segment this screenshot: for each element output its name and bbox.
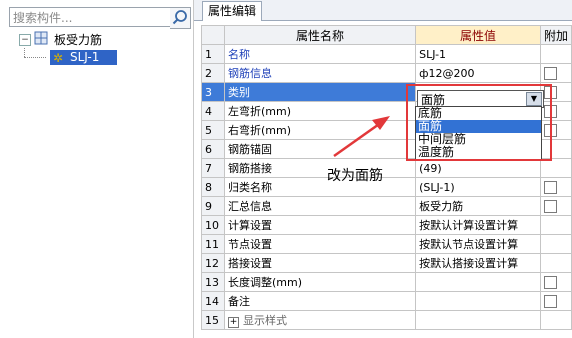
table-row[interactable]: 9 汇总信息 板受力筋 bbox=[201, 196, 572, 216]
table-row[interactable]: 14 备注 bbox=[201, 291, 572, 311]
search-button[interactable] bbox=[170, 7, 191, 29]
property-name: 显示样式 bbox=[242, 314, 287, 327]
row-number: 14 bbox=[201, 291, 225, 311]
header-num bbox=[201, 25, 225, 45]
extra-checkbox[interactable] bbox=[543, 199, 557, 213]
tree-root-label: 板受力筋 bbox=[54, 33, 103, 47]
table-row[interactable]: 15 + 显示样式 bbox=[201, 310, 572, 330]
table-row[interactable]: 13 长度调整(mm) bbox=[201, 272, 572, 292]
property-name: 归类名称 bbox=[223, 177, 417, 197]
property-name: 长度调整(mm) bbox=[223, 272, 417, 292]
row-number: 15 bbox=[201, 310, 225, 330]
rebar-folder-icon bbox=[34, 31, 48, 45]
property-value[interactable]: (SLJ-1) bbox=[415, 177, 541, 197]
component-tree-panel: 搜索构件... − 板受力筋 ✲ SLJ-1 bbox=[0, 0, 194, 338]
search-input[interactable]: 搜索构件... bbox=[9, 7, 172, 27]
extra-cell bbox=[539, 177, 572, 197]
extra-checkbox[interactable] bbox=[543, 294, 557, 308]
property-value[interactable] bbox=[415, 291, 541, 311]
row-number: 11 bbox=[201, 234, 225, 254]
property-name: 节点设置 bbox=[223, 234, 417, 254]
property-name: 名称 bbox=[223, 44, 417, 64]
property-grid: 属性名称 属性值 附加 1 名称 SLJ-1 2 钢筋信息 ф12@200 3 … bbox=[201, 25, 572, 330]
extra-cell bbox=[539, 234, 572, 254]
row-number: 6 bbox=[201, 139, 225, 159]
extra-checkbox[interactable] bbox=[543, 180, 557, 194]
property-value[interactable] bbox=[415, 272, 541, 292]
collapse-toggle-icon[interactable]: − bbox=[19, 34, 31, 46]
tab-property-edit[interactable]: 属性编辑 bbox=[202, 1, 262, 21]
table-row[interactable]: 10 计算设置 按默认计算设置计算 bbox=[201, 215, 572, 235]
row-number: 1 bbox=[201, 44, 225, 64]
annotation-highlight-box bbox=[406, 84, 552, 161]
annotation-arrow bbox=[333, 116, 390, 158]
extra-cell bbox=[539, 272, 572, 292]
extra-checkbox[interactable] bbox=[543, 275, 557, 289]
extra-cell bbox=[539, 310, 572, 330]
property-value[interactable]: 按默认节点设置计算 bbox=[415, 234, 541, 254]
gear-icon: ✲ bbox=[53, 51, 64, 65]
table-row[interactable]: 8 归类名称 (SLJ-1) bbox=[201, 177, 572, 197]
property-name: 备注 bbox=[223, 291, 417, 311]
property-name: 钢筋信息 bbox=[223, 63, 417, 83]
tree-child-selected[interactable]: ✲ SLJ-1 bbox=[50, 50, 117, 65]
property-value[interactable]: SLJ-1 bbox=[415, 44, 541, 64]
row-number: 8 bbox=[201, 177, 225, 197]
row-number: 5 bbox=[201, 120, 225, 140]
extra-cell bbox=[539, 215, 572, 235]
extra-cell bbox=[539, 158, 572, 178]
extra-cell bbox=[539, 291, 572, 311]
extra-cell bbox=[539, 253, 572, 273]
table-row[interactable]: 12 搭接设置 按默认搭接设置计算 bbox=[201, 253, 572, 273]
table-row[interactable]: 11 节点设置 按默认节点设置计算 bbox=[201, 234, 572, 254]
property-value[interactable] bbox=[415, 310, 541, 330]
table-row[interactable]: 2 钢筋信息 ф12@200 bbox=[201, 63, 572, 83]
property-value[interactable]: 板受力筋 bbox=[415, 196, 541, 216]
extra-cell bbox=[539, 196, 572, 216]
property-name: 搭接设置 bbox=[223, 253, 417, 273]
grid-header-row: 属性名称 属性值 附加 bbox=[201, 25, 572, 45]
tree-node-child[interactable]: ✲ SLJ-1 bbox=[10, 48, 192, 66]
tree-child-label: SLJ-1 bbox=[70, 50, 100, 64]
property-group[interactable]: + 显示样式 bbox=[223, 310, 417, 330]
expand-plus-icon[interactable]: + bbox=[227, 317, 239, 328]
tab-bar: 属性编辑 bbox=[194, 0, 572, 21]
search-placeholder: 搜索构件... bbox=[13, 11, 73, 25]
property-name: 计算设置 bbox=[223, 215, 417, 235]
row-number: 4 bbox=[201, 101, 225, 121]
property-value[interactable]: (49) bbox=[415, 158, 541, 178]
search-icon bbox=[172, 10, 187, 25]
annotation-text: 改为面筋 bbox=[327, 168, 383, 184]
table-row[interactable]: 1 名称 SLJ-1 bbox=[201, 44, 572, 64]
property-value[interactable]: ф12@200 bbox=[415, 63, 541, 83]
property-name: 类别 bbox=[223, 82, 417, 102]
header-extra: 附加 bbox=[539, 25, 572, 45]
extra-checkbox[interactable] bbox=[543, 66, 557, 80]
row-number: 7 bbox=[201, 158, 225, 178]
header-value: 属性值 bbox=[415, 25, 541, 45]
row-number: 3 bbox=[201, 82, 225, 102]
header-name: 属性名称 bbox=[223, 25, 417, 45]
property-value[interactable]: 按默认搭接设置计算 bbox=[415, 253, 541, 273]
extra-cell bbox=[539, 44, 572, 64]
row-number: 10 bbox=[201, 215, 225, 235]
row-number: 13 bbox=[201, 272, 225, 292]
component-tree: − 板受力筋 ✲ SLJ-1 bbox=[10, 30, 192, 66]
property-name: 汇总信息 bbox=[223, 196, 417, 216]
extra-cell bbox=[539, 63, 572, 83]
row-number: 12 bbox=[201, 253, 225, 273]
tree-node-root[interactable]: − 板受力筋 bbox=[10, 30, 192, 48]
row-number: 9 bbox=[201, 196, 225, 216]
row-number: 2 bbox=[201, 63, 225, 83]
property-value[interactable]: 按默认计算设置计算 bbox=[415, 215, 541, 235]
